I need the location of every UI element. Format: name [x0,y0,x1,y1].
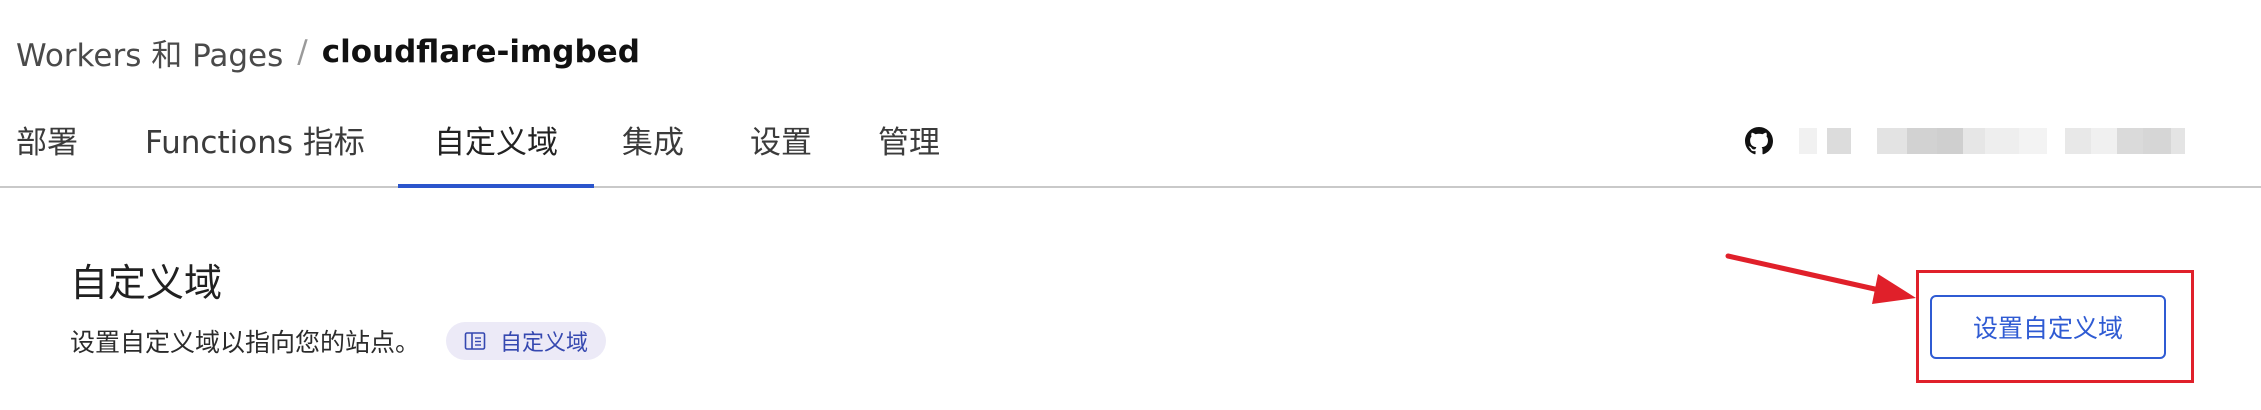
breadcrumb: Workers 和 Pages / cloudflare-imgbed [16,30,640,74]
tab-custom-domains[interactable]: 自定义域 [398,108,594,188]
breadcrumb-separator: / [297,34,308,70]
tab-functions-metrics[interactable]: Functions 指标 [109,108,401,186]
docs-link-label: 自定义域 [500,331,589,356]
breadcrumb-parent-link[interactable]: Workers 和 Pages [16,30,283,75]
repository-link[interactable] [1745,118,2185,164]
tab-manage[interactable]: 管理 [842,108,976,186]
tab-integrations[interactable]: 集成 [586,108,720,186]
docs-link-badge[interactable]: 自定义域 [446,322,607,360]
annotation-arrow [1725,253,1916,304]
section-description: 设置自定义域以指向您的站点。 [70,328,421,357]
tab-settings[interactable]: 设置 [714,108,848,186]
breadcrumb-current: cloudflare-imgbed [321,34,640,70]
section-title: 自定义域 [70,261,223,305]
setup-custom-domain-button[interactable]: 设置自定义域 [1930,295,2166,359]
github-icon [1745,127,1773,155]
section-description-row: 设置自定义域以指向您的站点。 自定义域 [70,321,607,361]
tab-deployments[interactable]: 部署 [0,108,114,186]
book-icon [464,332,486,350]
redacted-repository-name [1799,128,2185,154]
